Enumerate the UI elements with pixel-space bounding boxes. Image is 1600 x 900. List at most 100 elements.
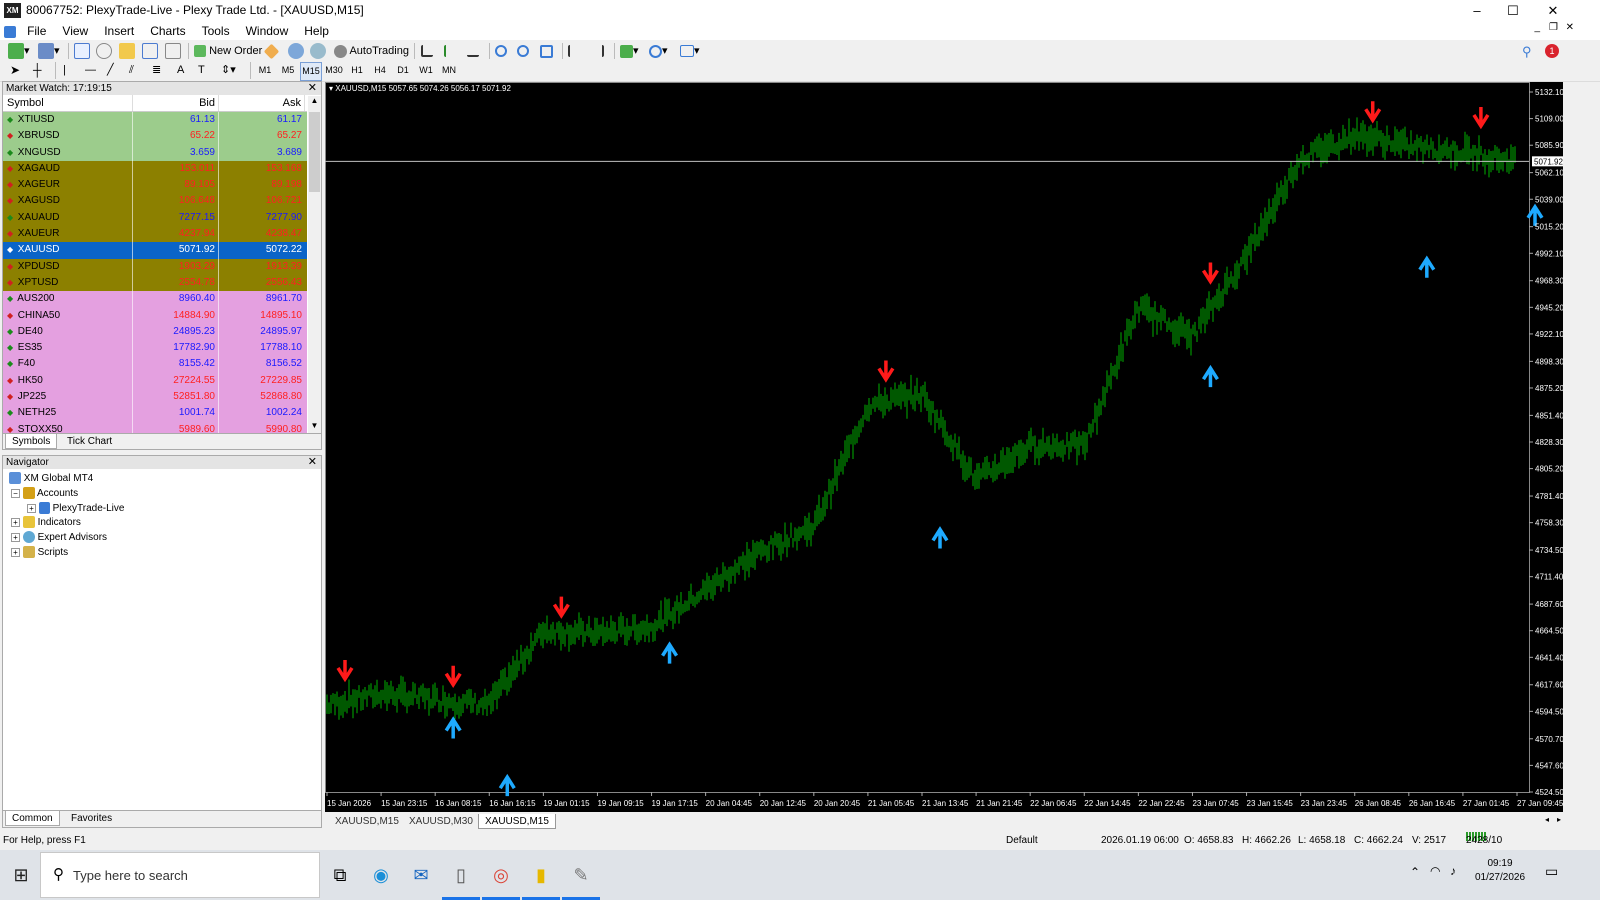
column-bid[interactable]: Bid [133, 95, 219, 111]
mdi-restore-button[interactable]: ❐ [1549, 22, 1558, 33]
new-chart-button[interactable]: ▾ [8, 43, 30, 60]
market-watch-row[interactable]: ◆ XNGUSD 3.659 3.689 [3, 144, 307, 161]
menu-help[interactable]: Help [296, 22, 337, 40]
cursor-tool[interactable]: ➤ [10, 62, 20, 79]
navigator-button[interactable] [119, 43, 135, 60]
tray-chevron-icon[interactable]: ⌃ [1410, 865, 1420, 879]
expand-icon[interactable]: + [11, 547, 20, 557]
edge-icon[interactable]: ◉ [366, 860, 396, 890]
expand-icon[interactable]: + [11, 532, 20, 542]
market-watch-scrollbar[interactable]: ▲ ▼ [308, 96, 321, 434]
data-window-button[interactable] [96, 43, 112, 60]
market-watch-row[interactable]: ◆ XBRUSD 65.22 65.27 [3, 128, 307, 145]
chart-shift-button[interactable] [568, 43, 580, 60]
close-icon[interactable]: ✕ [308, 456, 317, 469]
timeframe-h1[interactable]: H1 [346, 62, 368, 79]
menu-file[interactable]: File [19, 22, 54, 40]
market-watch-row[interactable]: ◆ XPDUSD 1903.29 1913.39 [3, 258, 307, 275]
market-watch-row[interactable]: ◆ XAGEUR 89.105 89.198 [3, 177, 307, 194]
market-watch-row[interactable]: ◆ DE40 24895.23 24895.97 [3, 323, 307, 341]
notifications-button[interactable]: 1 [1545, 43, 1559, 60]
chart-tab-3[interactable]: XAUUSD,M15 [478, 814, 556, 829]
market-watch-row[interactable]: ◆ XTIUSD 61.13 61.17 [3, 112, 307, 129]
signals-button[interactable] [288, 43, 304, 60]
auto-scroll-button[interactable] [592, 43, 604, 60]
tab-tick-chart[interactable]: Tick Chart [61, 434, 118, 449]
market-watch-row[interactable]: ◆ XAGAUD 153.011 153.168 [3, 160, 307, 178]
close-button[interactable]: ✕ [1530, 0, 1576, 22]
market-watch-button[interactable] [74, 43, 90, 60]
market-watch-row[interactable]: ◆ XAUUSD 5071.92 5072.22 [3, 242, 307, 259]
arrows-tool[interactable]: ⇕▾ [221, 62, 236, 79]
timeframe-w1[interactable]: W1 [415, 62, 437, 79]
tab-symbols[interactable]: Symbols [5, 434, 58, 449]
vertical-line-tool[interactable]: | [63, 62, 66, 79]
fibonacci-tool[interactable]: ≣ [152, 62, 161, 79]
market-watch-row[interactable]: ◆ AUS200 8960.40 8961.70 [3, 291, 307, 308]
menu-tools[interactable]: Tools [194, 22, 238, 40]
tree-root[interactable]: XM Global MT4 [9, 472, 93, 486]
timeframe-m1[interactable]: M1 [254, 62, 276, 79]
strategy-tester-button[interactable] [165, 43, 181, 60]
tab-scroll-right-icon[interactable]: ▸ [1557, 815, 1561, 824]
close-icon[interactable]: ✕ [308, 82, 317, 95]
notification-center-icon[interactable]: ▭ [1545, 863, 1558, 880]
tab-scroll-left-icon[interactable]: ◂ [1545, 815, 1549, 824]
timeframe-mn[interactable]: MN [438, 62, 460, 79]
file-explorer-icon[interactable]: ▮ [526, 860, 556, 890]
tab-favorites[interactable]: Favorites [65, 811, 118, 826]
timeframe-m15[interactable]: M15 [300, 62, 322, 81]
market-watch-row[interactable]: ◆ HK50 27224.55 27229.85 [3, 372, 307, 390]
text-label-tool[interactable]: T [198, 62, 205, 79]
mdi-close-button[interactable]: ✕ [1566, 22, 1574, 33]
autotrading-button[interactable]: AutoTrading [334, 43, 409, 60]
scroll-thumb[interactable] [309, 112, 320, 192]
speaker-icon[interactable]: ♪ [1450, 864, 1456, 878]
windows-start-icon[interactable]: ⊞ [6, 860, 36, 890]
market-watch-row[interactable]: ◆ CHINA50 14884.90 14895.10 [3, 307, 307, 324]
tree-indicators[interactable]: + Indicators [11, 516, 81, 530]
market-watch-row[interactable]: ◆ JP225 52851.80 52868.80 [3, 389, 307, 406]
crosshair-tool[interactable]: ┼ [33, 62, 42, 79]
task-view-icon[interactable]: ⧉ [325, 860, 355, 890]
line-chart-button[interactable] [467, 43, 479, 60]
column-symbol[interactable]: Symbol [3, 95, 133, 111]
menu-view[interactable]: View [54, 22, 96, 40]
text-tool[interactable]: A [177, 62, 184, 79]
market-watch-row[interactable]: ◆ ES35 17782.90 17788.10 [3, 340, 307, 357]
market-watch-row[interactable]: ◆ F40 8155.42 8156.52 [3, 356, 307, 373]
templates-button[interactable]: ▾ [680, 43, 700, 60]
timeframe-m30[interactable]: M30 [323, 62, 345, 79]
tree-expert-advisors[interactable]: + Expert Advisors [11, 531, 107, 545]
collapse-icon[interactable]: − [11, 488, 20, 498]
timeframe-m5[interactable]: M5 [277, 62, 299, 79]
tab-common[interactable]: Common [5, 811, 60, 826]
tree-scripts[interactable]: + Scripts [11, 546, 68, 560]
menu-charts[interactable]: Charts [142, 22, 193, 40]
indicators-button[interactable]: ▾ [620, 43, 639, 60]
market-watch-row[interactable]: ◆ XAUAUD 7277.15 7277.90 [3, 209, 307, 227]
metatrader-icon[interactable]: ✎ [566, 860, 596, 890]
chart-tab-1[interactable]: XAUUSD,M15 [329, 814, 405, 829]
expand-icon[interactable]: + [27, 503, 36, 513]
periods-button[interactable]: ▾ [649, 43, 668, 60]
market-watch-row[interactable]: ◆ XAUEUR 4237.94 4238.47 [3, 226, 307, 243]
market-watch-row[interactable]: ◆ NETH25 1001.74 1002.24 [3, 405, 307, 422]
profiles-button[interactable]: ▾ [38, 43, 60, 60]
timeframe-h4[interactable]: H4 [369, 62, 391, 79]
taskbar-clock[interactable]: 09:19 01/27/2026 [1470, 857, 1530, 885]
tree-accounts[interactable]: − Accounts [11, 487, 78, 501]
metaeditor-button[interactable] [263, 43, 280, 60]
zoom-out-button[interactable] [517, 43, 529, 60]
new-order-button[interactable]: New Order [194, 43, 262, 60]
column-ask[interactable]: Ask [219, 95, 305, 111]
menu-window[interactable]: Window [238, 22, 297, 40]
tree-account-item[interactable]: + PlexyTrade-Live [27, 502, 124, 516]
market-watch-row[interactable]: ◆ XPTUSD 2554.78 2556.43 [3, 274, 307, 292]
wifi-icon[interactable]: ◠ [1430, 864, 1440, 878]
scroll-up-icon[interactable]: ▲ [308, 96, 321, 109]
market-watch-row[interactable]: ◆ STOXX50 5989.60 5990.80 [3, 421, 307, 433]
market-button[interactable] [310, 43, 326, 60]
search-button[interactable]: ⚲ [1522, 43, 1532, 60]
trendline-tool[interactable]: ╱ [107, 62, 114, 79]
